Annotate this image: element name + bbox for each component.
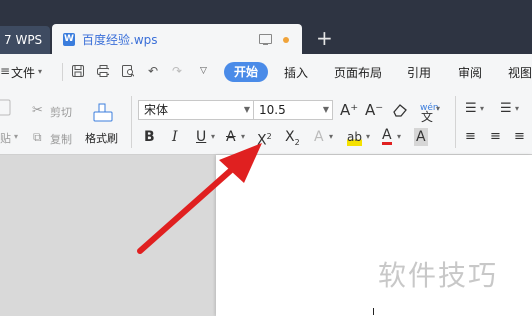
- annotation-arrow-icon: [137, 143, 262, 254]
